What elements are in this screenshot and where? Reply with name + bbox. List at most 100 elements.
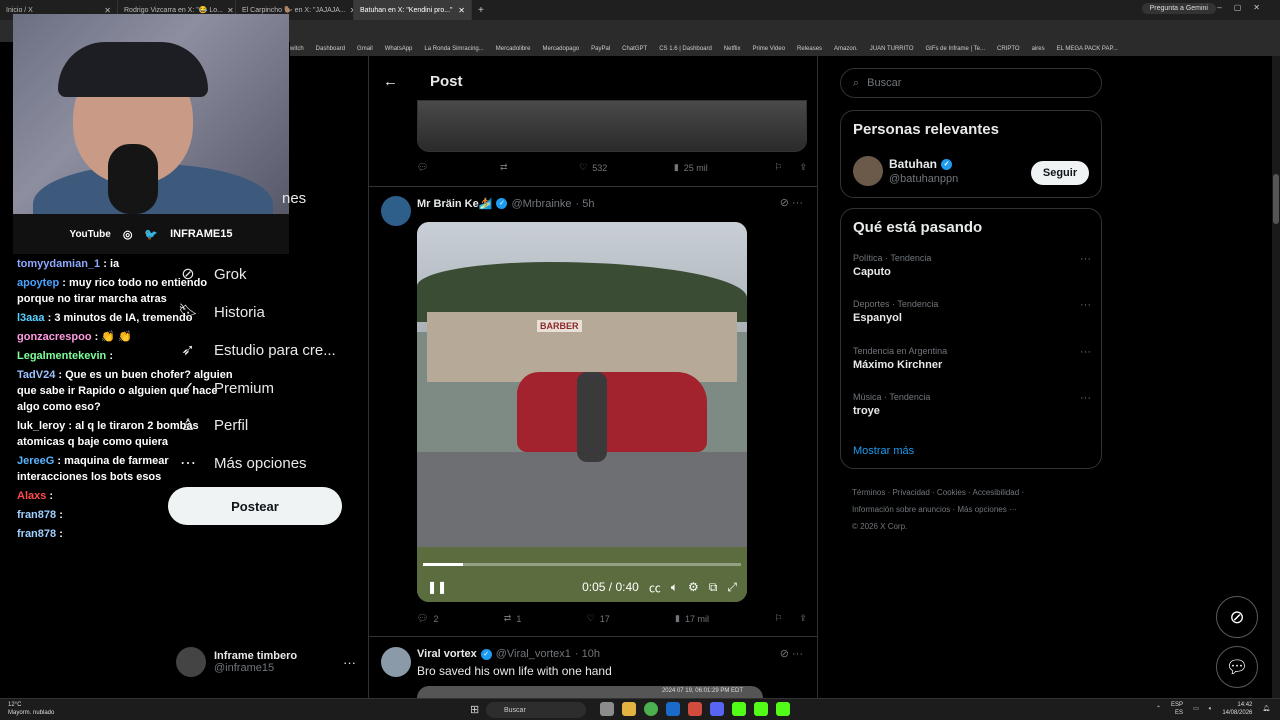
trend-more-icon[interactable]: ··· — [1080, 346, 1091, 358]
bookmark-button[interactable]: ⚐ ⇪ — [774, 162, 807, 173]
file-explorer-icon[interactable] — [622, 702, 636, 716]
reply-button[interactable]: 💬︎ 2 — [417, 613, 438, 624]
bookmark-item[interactable]: EL MEGA PACK PAP... — [1057, 46, 1118, 52]
search-input[interactable]: ⌕ Buscar — [840, 68, 1102, 98]
trend-more-icon[interactable]: ··· — [1080, 392, 1091, 404]
pip-icon[interactable]: ⧉ — [709, 580, 718, 595]
account-switcher[interactable]: Inframe timbero @inframe15 ··· — [176, 644, 356, 680]
kick-icon[interactable] — [776, 702, 790, 716]
tweet-author-name[interactable]: Mr Bräin Ke🏄 — [417, 197, 492, 210]
task-view-icon[interactable] — [600, 702, 614, 716]
footer-link[interactable]: Cookies — [937, 488, 966, 497]
bookmark-item[interactable]: Netflix — [724, 46, 741, 52]
person-handle[interactable]: @batuhanppn — [889, 173, 958, 185]
window-controls[interactable]: –▢✕ — [1217, 3, 1272, 12]
retweet-button[interactable]: ⇄ — [500, 162, 513, 173]
views-button[interactable]: ▮ 25 mil — [674, 162, 708, 173]
person-name-row[interactable]: Batuhan ✓ — [889, 157, 952, 171]
settings-gear-icon[interactable]: ⚙ — [688, 580, 699, 594]
gemini-button[interactable]: Pregunta a Gemini — [1141, 3, 1216, 14]
bookmark-item[interactable]: Dashboard — [316, 46, 345, 52]
trend-item[interactable]: Deportes · Tendencia Espanyol ··· — [853, 299, 1091, 324]
notifications-icon[interactable]: 🔔︎ — [1262, 705, 1270, 713]
trend-item[interactable]: Música · Tendencia troye ··· — [853, 392, 1091, 417]
footer-link[interactable]: Términos — [852, 488, 885, 497]
bookmark-item[interactable]: ChatGPT — [622, 46, 647, 52]
bookmark-item[interactable]: WhatsApp — [385, 46, 413, 52]
back-arrow-icon[interactable]: ← — [383, 73, 398, 90]
footer-link[interactable]: Más opciones ··· — [957, 505, 1017, 514]
trend-item[interactable]: Política · Tendencia Caputo ··· — [853, 253, 1091, 278]
trend-more-icon[interactable]: ··· — [1080, 299, 1091, 311]
bookmark-item[interactable]: Gmail — [357, 46, 373, 52]
follow-button[interactable]: Seguir — [1031, 161, 1089, 185]
steam-icon[interactable] — [666, 702, 680, 716]
avatar[interactable] — [381, 647, 411, 677]
like-button[interactable]: ♡ 17 — [587, 613, 610, 624]
taskbar-search[interactable]: Buscar — [486, 702, 586, 718]
discord-icon[interactable] — [710, 702, 724, 716]
bookmark-item[interactable]: aires — [1032, 46, 1045, 52]
scrollbar[interactable] — [1272, 56, 1280, 700]
network-icon[interactable]: ▭ — [1193, 705, 1199, 713]
bookmark-item[interactable]: Mercadopago — [542, 46, 579, 52]
tweet-video[interactable]: BARBER ❚❚ 0:05 / 0:40 ㏄ 🔈︎ ⚙ ⧉ ⤢ — [417, 222, 747, 602]
show-more-link[interactable]: Mostrar más — [853, 445, 914, 457]
tweet-author-handle[interactable]: @Mrbrainke — [511, 198, 571, 210]
chevron-up-icon[interactable]: ⌃ — [1156, 705, 1161, 713]
close-tab-icon[interactable]: ✕ — [458, 6, 465, 15]
trend-item[interactable]: Tendencia en Argentina Máximo Kirchner ·… — [853, 346, 1091, 371]
reply-button[interactable]: 💬︎ — [417, 162, 433, 173]
messages-icon[interactable]: 💬︎ — [1216, 646, 1258, 688]
bookmark-item[interactable]: GIFs de Inframe | Te... — [926, 46, 985, 52]
footer-link[interactable]: Privacidad — [892, 488, 929, 497]
browser-tab-active[interactable]: Batuhan en X: "Kendini pro..." ✕ — [354, 0, 472, 20]
like-button[interactable]: ♡ 532 — [579, 162, 607, 173]
tweet-time[interactable]: · 5h — [576, 198, 595, 210]
new-tab-icon[interactable]: + — [472, 5, 484, 16]
bookmark-item[interactable]: La Ronda Simracing... — [424, 46, 483, 52]
scrollbar-thumb[interactable] — [1273, 174, 1279, 224]
share-icon[interactable]: ⇪ — [799, 613, 807, 624]
footer-link[interactable]: Información sobre anuncios — [852, 505, 950, 514]
grok-icon[interactable]: ⊘ — [1216, 596, 1258, 638]
volume-icon[interactable]: 🔈︎ — [671, 580, 678, 595]
kick-icon[interactable] — [754, 702, 768, 716]
bookmark-item[interactable]: Releases — [797, 46, 822, 52]
nav-item-partial[interactable]: nes — [282, 190, 306, 207]
previous-tweet-media[interactable] — [417, 100, 807, 152]
clock[interactable]: 14:42 14/08/2026 — [1222, 701, 1252, 717]
bookmark-item[interactable]: witch — [290, 46, 304, 52]
more-dots-icon[interactable]: ··· — [343, 655, 356, 670]
volume-icon[interactable]: 🔈︎ — [1209, 705, 1213, 713]
tweet-more-icon[interactable]: ⊘ ··· — [780, 647, 803, 660]
kick-icon[interactable] — [732, 702, 746, 716]
footer-link[interactable]: Accesibilidad — [973, 488, 1020, 497]
avatar[interactable] — [853, 156, 883, 186]
bookmark-item[interactable]: CRIPTO — [997, 46, 1020, 52]
chrome-icon[interactable] — [644, 702, 658, 716]
avatar[interactable] — [381, 196, 411, 226]
app-icon[interactable] — [688, 702, 702, 716]
retweet-button[interactable]: ⇄ 1 — [504, 613, 522, 624]
bookmark-item[interactable]: Amazon. — [834, 46, 858, 52]
tweet-time[interactable]: · 10h — [575, 648, 600, 660]
bookmark-item[interactable]: JUAN TURRITO — [870, 46, 914, 52]
tweet-author-name[interactable]: Viral vortex — [417, 648, 477, 660]
trend-more-icon[interactable]: ··· — [1080, 253, 1091, 265]
weather-widget[interactable]: 12°C Mayorm. nublado — [8, 701, 54, 717]
bookmark-item[interactable]: PayPal — [591, 46, 610, 52]
bookmark-item[interactable]: Mercadolibre — [496, 46, 531, 52]
start-icon[interactable]: ⊞ — [470, 703, 479, 716]
captions-icon[interactable]: ㏄ — [649, 579, 661, 596]
tweet-author-handle[interactable]: @Viral_vortex1 — [496, 648, 571, 660]
views-button[interactable]: ▮ 17 mil — [675, 613, 709, 624]
bookmark-item[interactable]: CS 1.6 | Dashboard — [659, 46, 712, 52]
bookmark-button[interactable]: ⚐ ⇪ — [774, 613, 807, 624]
video-progress-bar[interactable] — [423, 563, 741, 566]
fullscreen-icon[interactable]: ⤢ — [727, 580, 737, 595]
bookmark-item[interactable]: Prime Video — [752, 46, 785, 52]
pause-icon[interactable]: ❚❚ — [427, 580, 447, 594]
language-indicator[interactable]: ESP ES — [1171, 701, 1183, 717]
tweet-more-icon[interactable]: ⊘ ··· — [780, 196, 803, 209]
